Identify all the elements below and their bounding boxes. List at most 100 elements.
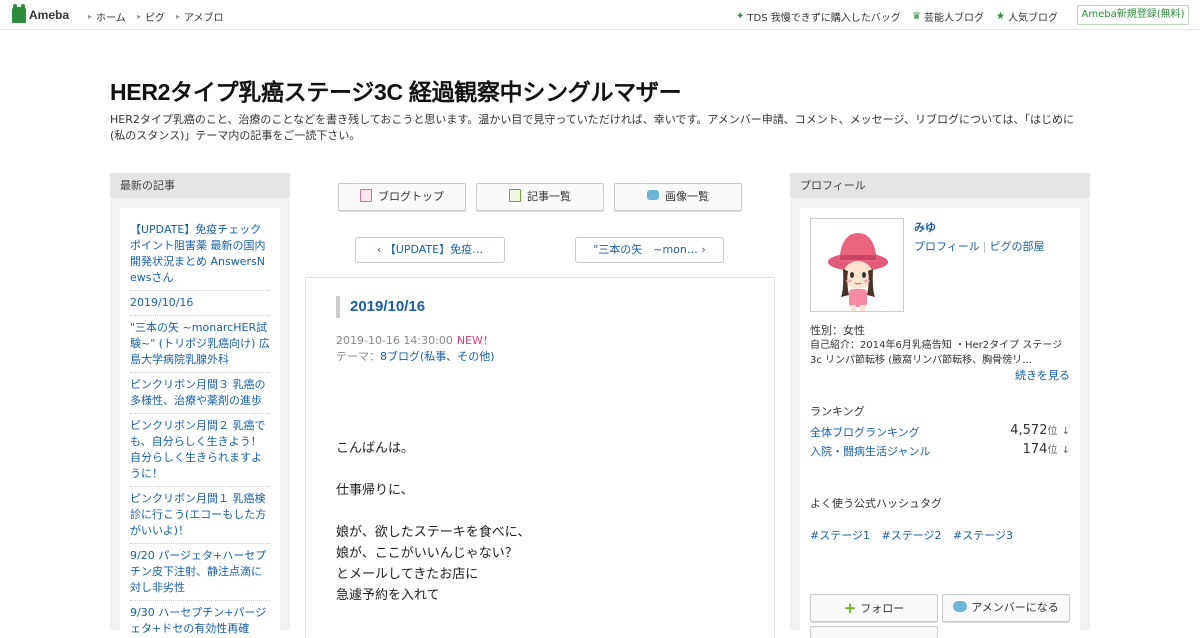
ranking-label[interactable]: 全体ブログランキング xyxy=(810,426,920,439)
speech-bubble-icon xyxy=(953,601,968,612)
body-line: とメールしてきたお店に xyxy=(336,567,479,582)
hashtag-link[interactable]: #ステージ1 xyxy=(810,529,870,542)
list-item[interactable]: 9/30 ハーセプチン+パージェタ+ドセの有効性再確 xyxy=(130,601,270,638)
profile-box: みゆ プロフィール | ピグの部屋 性別：女性 自己紹介：2014年6月乳癌告知 ・… xyxy=(800,208,1080,638)
theme-prefix: テーマ： xyxy=(336,350,380,363)
image-list-button[interactable]: 画像一覧 xyxy=(614,183,742,211)
nav-home-label: ホーム xyxy=(96,13,126,24)
popular-blog-label: 人気ブログ xyxy=(1007,13,1058,24)
article-theme: テーマ：8ブログ(私事、その他) xyxy=(336,348,495,364)
read-more-link[interactable]: 続きを見る xyxy=(1015,367,1070,383)
register-button[interactable]: Ameba新規登録(無料) xyxy=(1077,5,1189,25)
trend-link-label: TDS 我慢できずに購入したバッグ xyxy=(747,13,901,24)
list-item[interactable]: 9/20 パージェタ+ハーセプチン皮下注射、静注点滴に対し非劣性 xyxy=(130,544,270,601)
arrow-down-icon: ↓ xyxy=(1061,445,1070,456)
list-item[interactable]: 2019/10/16 xyxy=(130,291,270,316)
article-list-label: 記事一覧 xyxy=(527,190,571,203)
blog-top-button[interactable]: ブログトップ xyxy=(338,183,466,211)
latest-articles-sidebar: 最新の記事 【UPDATE】免疫チェックポイント阻害薬 最新の国内開発状況まとめ… xyxy=(110,173,290,638)
next-article-button[interactable]: "三本の矢 ~mon… › xyxy=(575,237,724,263)
latest-articles-list: 【UPDATE】免疫チェックポイント阻害薬 最新の国内開発状況まとめ Answe… xyxy=(120,208,280,638)
ranking-unit: 位 xyxy=(1047,445,1058,456)
list-item[interactable]: 【UPDATE】免疫チェックポイント阻害薬 最新の国内開発状況まとめ Answe… xyxy=(130,218,270,291)
image-list-label: 画像一覧 xyxy=(665,190,709,203)
arrow-down-icon: ↓ xyxy=(1061,426,1070,437)
nav-amebro[interactable]: ▸ アメブロ xyxy=(176,9,224,24)
follow-button[interactable]: + フォロー xyxy=(810,594,938,622)
ranking-heading: ランキング xyxy=(810,405,865,418)
prev-article-button[interactable]: ‹ 【UPDATE】免疫… xyxy=(355,237,505,263)
body-line: 急遽予約を入れて xyxy=(336,588,440,603)
list-item[interactable]: "三本の矢 ~monarcHER試験~" (トリポジ乳癌向け) 広島大学病院乳腺… xyxy=(130,316,270,373)
star-icon: ★ xyxy=(996,11,1005,22)
blog-description: HER2タイプ乳癌のこと、治療のことなどを書き残しておこうと思います。温かい目で… xyxy=(110,113,1074,142)
trend-link[interactable]: ✦ TDS 我慢できずに購入したバッグ xyxy=(736,9,901,24)
list-item[interactable]: ピンクリボン月間２ 乳癌でも、自分らしく生きよう！自分らしく生きられますように！ xyxy=(130,414,270,487)
celebrity-blog-label: 芸能人ブログ xyxy=(923,13,984,24)
new-badge: NEW！ xyxy=(456,334,494,347)
ranking-number: 174 xyxy=(1022,442,1048,457)
extra-button[interactable] xyxy=(810,626,938,638)
list-item[interactable]: ピンクリボン月間３ 乳癌の多様性、治療や薬剤の進歩 xyxy=(130,373,270,414)
sparkle-icon: ✦ xyxy=(736,11,745,22)
top-bar: Ameba ▸ ホーム ▸ ピグ ▸ アメブロ ✦ TDS 我慢できずに購入した… xyxy=(0,0,1200,30)
article-list-button[interactable]: 記事一覧 xyxy=(476,183,604,211)
ranking-label[interactable]: 入院・闘病生活ジャンル xyxy=(810,445,930,458)
article: 2019/10/16 2019-10-16 14:30:00 NEW！ テーマ：8… xyxy=(305,277,775,637)
nav-pig[interactable]: ▸ ピグ xyxy=(137,9,165,24)
celebrity-blog-link[interactable]: ♛ 芸能人ブログ xyxy=(912,9,984,24)
chevron-right-icon: ▸ xyxy=(137,12,142,21)
latest-articles-heading: 最新の記事 xyxy=(110,173,290,198)
prev-article-label: 【UPDATE】免疫… xyxy=(384,243,484,256)
nav-pig-label: ピグ xyxy=(145,13,166,24)
body-line xyxy=(336,459,530,480)
list-item[interactable]: ピンクリボン月間１ 乳癌検診に行こう(エコーもした方がいいよ)！ xyxy=(130,487,270,544)
chevron-right-icon: ▸ xyxy=(176,12,181,21)
crown-icon: ♛ xyxy=(912,11,921,22)
article-title[interactable]: 2019/10/16 xyxy=(336,296,425,318)
ameba-logo[interactable]: Ameba xyxy=(12,4,70,23)
list-icon xyxy=(509,189,521,202)
follow-label: フォロー xyxy=(860,602,905,615)
chevron-right-icon: ▸ xyxy=(88,12,93,21)
chevron-right-icon: › xyxy=(697,243,706,256)
article-meta: 2019-10-16 14:30:00 NEW！ xyxy=(336,332,494,348)
ranking-number: 4,572 xyxy=(1010,423,1048,438)
amember-label: アメンバーになる xyxy=(971,601,1059,614)
blog-title[interactable]: HER2タイプ乳癌ステージ3C 経過観察中シングルマザー xyxy=(110,73,682,107)
avatar[interactable] xyxy=(810,218,904,312)
camera-icon xyxy=(647,190,659,200)
body-line xyxy=(336,501,530,522)
nav-amebro-label: アメブロ xyxy=(184,13,224,24)
chevron-left-icon: ‹ xyxy=(376,243,385,256)
main-content: ブログトップ 記事一覧 画像一覧 ‹ 【UPDATE】免疫… "三本の矢 ~mo… xyxy=(305,173,775,637)
logo-text: Ameba xyxy=(29,8,70,22)
article-datetime: 2019-10-16 14:30:00 xyxy=(336,334,453,347)
profile-link[interactable]: プロフィール xyxy=(914,240,980,253)
hashtag-link[interactable]: #ステージ2 xyxy=(882,529,942,542)
blog-top-label: ブログトップ xyxy=(378,190,444,203)
amember-button[interactable]: アメンバーになる xyxy=(942,594,1070,622)
nav-home[interactable]: ▸ ホーム xyxy=(88,9,126,24)
pig-room-link[interactable]: ピグの部屋 xyxy=(990,240,1045,253)
ranking-row-overall: 全体ブログランキング 4,572位 ↓ xyxy=(810,423,1070,440)
next-article-label: "三本の矢 ~mon… xyxy=(593,243,698,256)
hashtag-heading: よく使う公式ハッシュタグ xyxy=(810,497,942,510)
hashtag-link[interactable]: #ステージ3 xyxy=(953,529,1013,542)
hashtag-list: #ステージ1 #ステージ2 #ステージ3 xyxy=(810,527,1013,543)
body-line: こんばんは。 xyxy=(336,441,415,456)
ranking-row-genre: 入院・闘病生活ジャンル 174位 ↓ xyxy=(810,441,1070,459)
profile-sidebar: プロフィール みゆ プロフィール | ピグの部屋 性別：女性 自己紹介：2014… xyxy=(790,173,1090,638)
profile-links: プロフィール | ピグの部屋 xyxy=(914,238,1045,254)
ameba-logo-icon xyxy=(12,4,26,23)
avatar-image xyxy=(811,219,903,311)
separator: | xyxy=(982,240,987,253)
profile-name[interactable]: みゆ xyxy=(914,219,936,235)
popular-blog-link[interactable]: ★ 人気ブログ xyxy=(996,9,1058,24)
body-line: 娘が、ここがいいんじゃない？ xyxy=(336,546,518,561)
profile-intro: 自己紹介：2014年6月乳癌告知 ・Her2タイプ ステージ3c リンパ節転移 … xyxy=(810,340,1063,366)
document-icon xyxy=(360,189,372,202)
ranking-value: 174位 ↓ xyxy=(1023,441,1070,457)
theme-link[interactable]: 8ブログ(私事、その他) xyxy=(380,350,495,363)
plus-icon: + xyxy=(843,599,857,617)
